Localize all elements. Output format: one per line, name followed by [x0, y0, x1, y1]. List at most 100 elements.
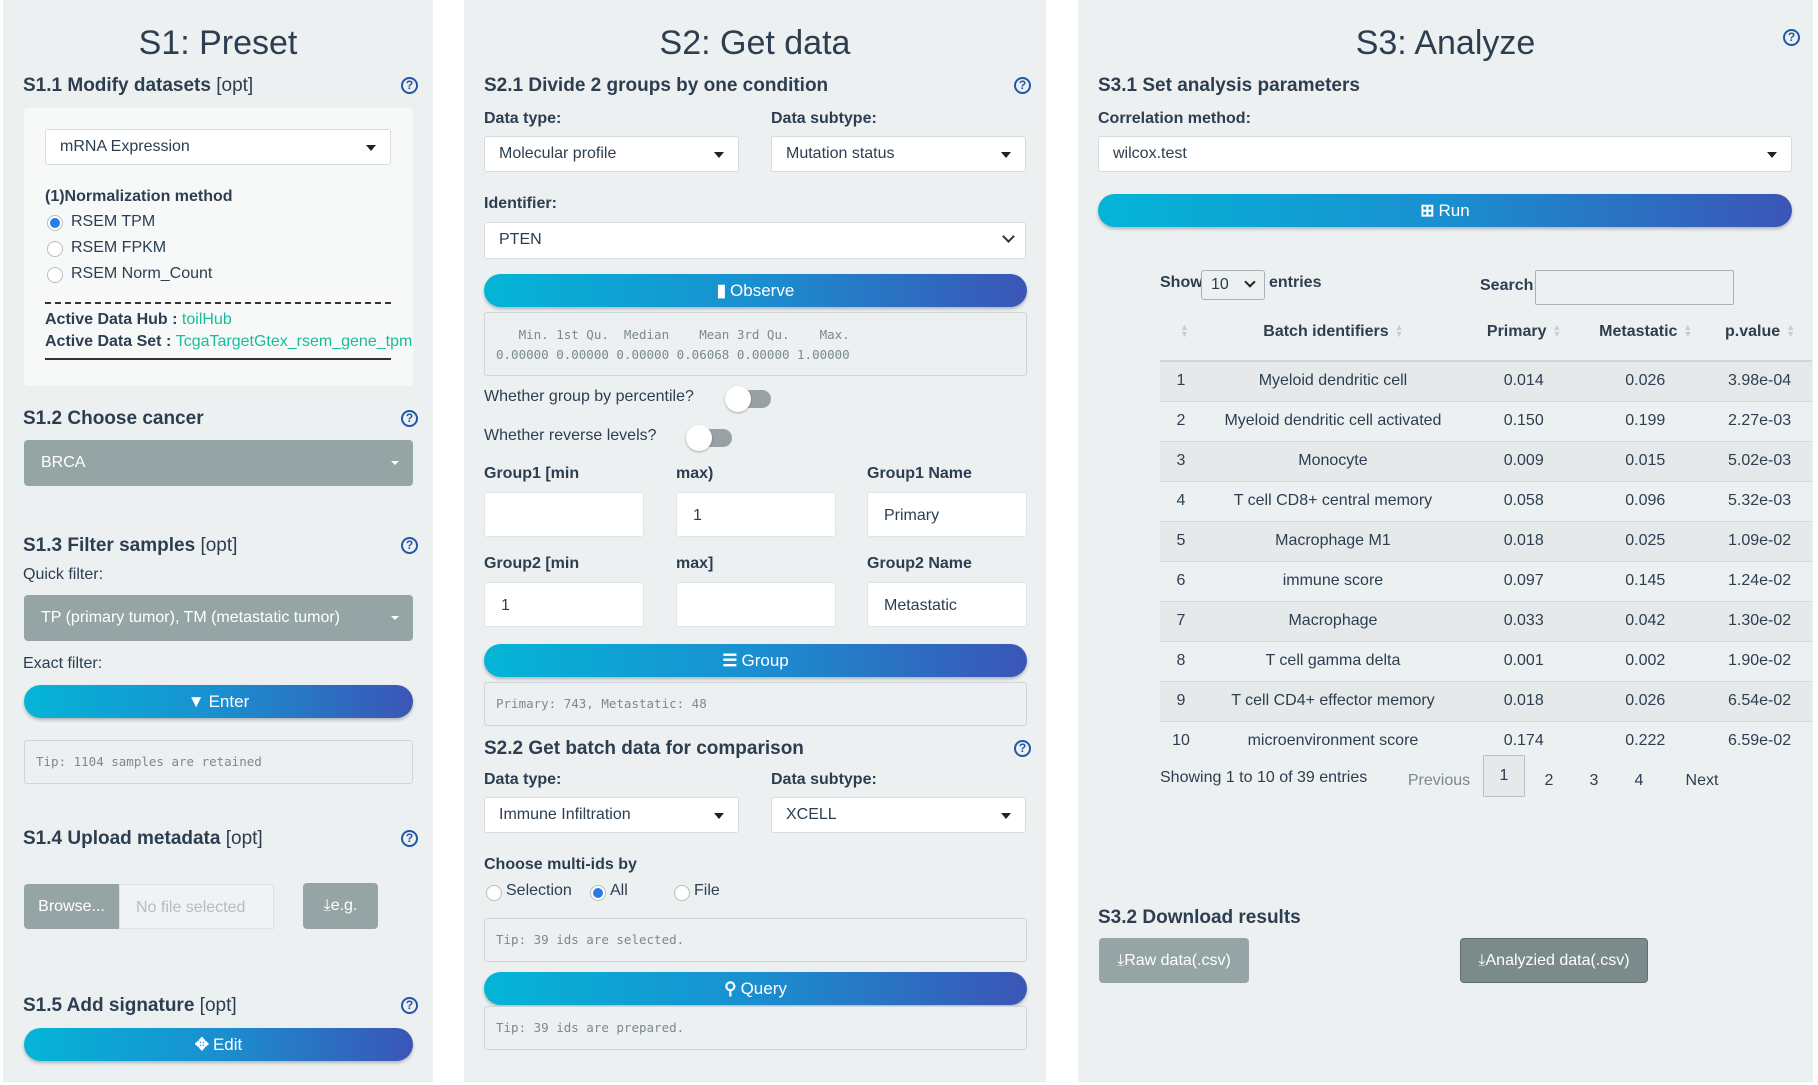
table-cell: 0.002 [1583, 640, 1708, 681]
help-icon[interactable]: ? [401, 997, 418, 1014]
group2-name-input[interactable]: Metastatic [867, 582, 1027, 627]
cancer-select[interactable]: BRCA [24, 440, 413, 486]
browse-button[interactable]: Browse... [24, 884, 119, 929]
table-cell: 1.90e-02 [1707, 640, 1812, 681]
group1-min-input[interactable] [484, 492, 644, 537]
column-header[interactable]: Primary ▲ ▼ [1463, 303, 1584, 362]
table-row[interactable]: 7 Macrophage 0.033 0.042 1.30e-02 [1160, 600, 1812, 641]
analyzed-data-download-button[interactable]: ⤓Analyzied data(.csv) [1460, 938, 1648, 983]
correlation-method-select[interactable]: wilcox.test [1098, 136, 1792, 172]
exact-filter-label: Exact filter: [23, 655, 103, 672]
column-header[interactable]: p.value ▲ ▼ [1707, 303, 1812, 362]
bar-chart-icon: ▮ [716, 281, 727, 300]
table-row[interactable]: 2 Myeloid dendritic cell activated 0.150 0.… [1160, 400, 1812, 441]
observe-button[interactable]: ▮ Observe [484, 274, 1027, 307]
group2-min-input[interactable]: 1 [484, 582, 644, 627]
arrows-move-icon: ✥ [194, 1035, 209, 1054]
opt-tag: [opt] [200, 535, 238, 556]
opt-tag: [opt] [199, 995, 237, 1016]
multi-ids-radio[interactable] [674, 885, 690, 901]
help-icon[interactable]: ? [401, 410, 418, 427]
table-cell: Myeloid dendritic cell activated [1201, 400, 1464, 441]
dashed-divider [45, 302, 391, 304]
pagination-next[interactable]: Next [1677, 762, 1727, 802]
multi-ids-radio[interactable] [590, 885, 606, 901]
edit-signature-button[interactable]: ✥ Edit [24, 1028, 413, 1061]
file-name-field[interactable]: No file selected [119, 884, 274, 929]
normalization-option-label[interactable]: RSEM FPKM [71, 239, 166, 257]
panel-title: S3: Analyze [1355, 24, 1536, 62]
column-header[interactable]: Batch identifiers ▲ ▼ [1201, 303, 1464, 362]
group1-name-input[interactable]: Primary [867, 492, 1027, 537]
data-type-select[interactable]: Molecular profile [484, 136, 739, 172]
help-icon[interactable]: ? [1014, 77, 1031, 94]
query-button[interactable]: ⚲ Query [484, 972, 1027, 1005]
summary-output: Min. 1st Qu. Median Mean 3rd Qu. Max. 0.0… [484, 312, 1027, 376]
group2-max-input[interactable] [676, 582, 836, 627]
pagination-page[interactable]: 1 [1483, 755, 1525, 797]
identifier-select[interactable]: PTEN [484, 222, 1026, 259]
correlation-method-value: wilcox.test [1113, 145, 1187, 162]
multi-ids-radio[interactable] [486, 885, 502, 901]
caret-down-icon [1001, 152, 1011, 158]
column-header[interactable]: Metastatic ▲ ▼ [1583, 303, 1708, 362]
section-heading-divide-groups: S2.1 Divide 2 groups by one condition [484, 75, 829, 96]
reverse-toggle[interactable] [686, 425, 732, 451]
table-row[interactable]: 8T cell gamma delta 0.001 0.002 1.90e-02 [1160, 640, 1812, 681]
ids-prepared-tip: Tip: 39 ids are prepared. [484, 1006, 1027, 1050]
active-data-set: Active Data Set : TcgaTargetGtex_rsem_ge… [45, 333, 412, 351]
download-icon: ⤓ [1478, 952, 1486, 969]
edit-label: Edit [212, 1035, 243, 1054]
normalization-radio[interactable] [47, 215, 63, 231]
pagination-page[interactable]: 3 [1573, 762, 1615, 802]
pagination-page[interactable]: 4 [1618, 762, 1660, 802]
column-header[interactable]: ▲ ▼ [1160, 303, 1202, 362]
batch-data-subtype-select[interactable]: XCELL [771, 797, 1026, 833]
help-icon[interactable]: ? [401, 537, 418, 554]
observe-label: Observe [730, 281, 795, 300]
table-row[interactable]: 4T cell CD8+ central memory 0.058 0.096 5.3… [1160, 480, 1812, 521]
page-length-select[interactable]: 10 [1201, 270, 1265, 300]
quick-filter-select[interactable]: TP (primary tumor), TM (metastatic tumor… [24, 595, 413, 641]
normalization-option-label[interactable]: RSEM Norm_Count [71, 265, 212, 283]
group2-min-label: Group2 [min [484, 555, 580, 572]
enter-button[interactable]: ▼ Enter [24, 685, 413, 718]
help-icon[interactable]: ? [401, 830, 418, 847]
data-subtype-select[interactable]: Mutation status [771, 136, 1026, 172]
multi-ids-option-label[interactable]: All [610, 882, 628, 900]
group1-max-input[interactable]: 1 [676, 492, 836, 537]
table-search-input[interactable] [1535, 270, 1734, 305]
normalization-radio[interactable] [47, 241, 63, 257]
batch-data-type-select[interactable]: Immune Infiltration [484, 797, 739, 833]
dataset-select[interactable]: mRNA Expression [45, 129, 391, 165]
help-icon[interactable]: ? [401, 77, 418, 94]
percentile-toggle[interactable] [725, 386, 771, 412]
raw-data-download-button[interactable]: ⤓Raw data(.csv) [1099, 938, 1249, 983]
table-cell: Macrophage M1 [1201, 520, 1464, 561]
normalization-radio[interactable] [47, 267, 63, 283]
show-label: Show [1160, 274, 1203, 291]
example-download-button[interactable]: ⤓e.g. [303, 883, 378, 929]
hub-link[interactable]: toilHub [182, 311, 232, 328]
table-row[interactable]: 3 Monocyte 0.009 0.015 5.02e-03 [1160, 440, 1812, 481]
multi-ids-option-label[interactable]: File [694, 882, 720, 900]
table-cell: 1.24e-02 [1707, 560, 1812, 601]
help-icon[interactable]: ? [1783, 29, 1800, 46]
table-row[interactable]: 6 immune score 0.097 0.145 1.24e-02 [1160, 560, 1812, 601]
pagination-previous[interactable]: Previous [1404, 762, 1474, 802]
table-row[interactable]: 9T cell CD4+ effector memory 0.018 0.026 6.… [1160, 680, 1812, 721]
group1-max-label: max) [676, 465, 714, 482]
group2-name-label: Group2 Name [867, 555, 972, 572]
run-button[interactable]: ⊞ Run [1098, 194, 1792, 227]
table-row[interactable]: 5 Macrophage M1 0.018 0.025 1.09e-02 [1160, 520, 1812, 561]
summary-header: Min. 1st Qu. Median Mean 3rd Qu. Max. [496, 327, 850, 342]
normalization-option-label[interactable]: RSEM TPM [71, 213, 155, 231]
sort-icon: ▲ ▼ [1683, 322, 1693, 340]
table-cell: T cell CD8+ central memory [1201, 480, 1464, 521]
multi-ids-option-label[interactable]: Selection [506, 882, 572, 900]
group-button[interactable]: ☰ Group [484, 644, 1027, 677]
help-icon[interactable]: ? [1014, 740, 1031, 757]
table-row[interactable]: 1 Myeloid dendritic cell 0.014 0.026 3.98e-0… [1160, 360, 1812, 401]
set-link[interactable]: TcgaTargetGtex_rsem_gene_tpm [176, 333, 413, 350]
pagination-page[interactable]: 2 [1528, 762, 1570, 802]
